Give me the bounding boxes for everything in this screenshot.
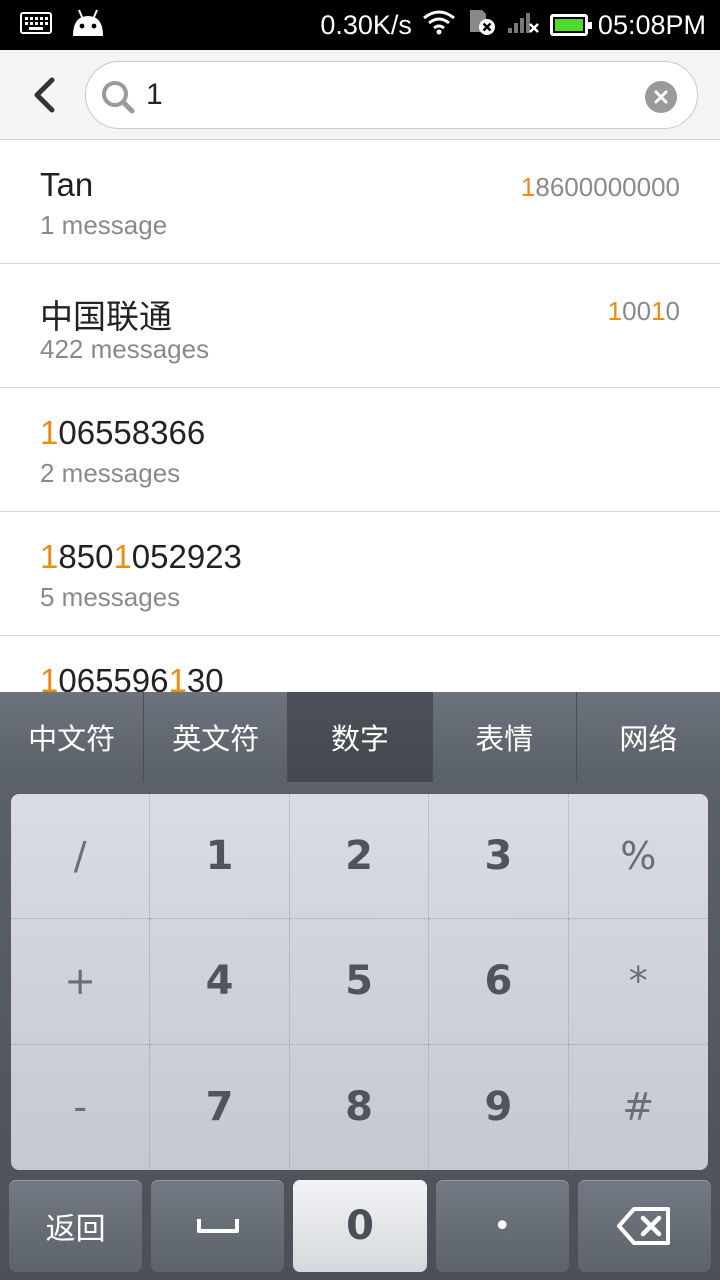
tab-english-symbols[interactable]: 英文符: [144, 692, 289, 782]
android-icon: [70, 8, 106, 42]
chevron-left-icon: [34, 77, 55, 113]
keyboard-tab-bar: 中文符 英文符 数字 表情 网络: [0, 692, 720, 782]
search-icon: [100, 79, 136, 119]
backspace-icon: [617, 1207, 671, 1245]
list-item[interactable]: 中国联通 10010 422 messages: [0, 264, 720, 388]
contact-number: 10010: [607, 296, 680, 326]
list-item[interactable]: 1065596130: [0, 636, 720, 692]
tab-emoji[interactable]: 表情: [432, 692, 577, 782]
tab-chinese-symbols[interactable]: 中文符: [0, 692, 145, 782]
contact-name: 1065596130: [40, 662, 224, 692]
wifi-icon: [422, 9, 456, 42]
keyboard-bottom-row: 返回 0 •: [9, 1180, 712, 1272]
network-speed: 0.30K/s: [320, 9, 412, 40]
back-key[interactable]: 返回: [9, 1180, 143, 1272]
delete-key[interactable]: [577, 1180, 712, 1272]
message-count: 422 messages: [40, 334, 210, 364]
key-0[interactable]: 0: [293, 1180, 427, 1272]
key-plus[interactable]: +: [11, 919, 151, 1045]
message-count: 1 message: [40, 210, 168, 240]
tab-network[interactable]: 网络: [576, 692, 720, 782]
key-slash[interactable]: /: [11, 794, 151, 920]
status-bar: 0.30K/s 05:08PM: [0, 0, 720, 50]
message-count: 2 messages: [40, 458, 181, 488]
dot-key[interactable]: •: [435, 1180, 569, 1272]
contact-name: Tan: [40, 166, 94, 203]
list-item[interactable]: 106558366 2 messages: [0, 388, 720, 512]
key-7[interactable]: 7: [150, 1044, 290, 1170]
tab-numbers[interactable]: 数字: [288, 692, 433, 782]
number-keypad: / 1 2 3 % + 4 5 6 * - 7 8 9 #: [11, 794, 708, 1170]
soft-keyboard: 中文符 英文符 数字 表情 网络 / 1 2 3 % + 4 5 6 * - 7…: [0, 692, 720, 1280]
key-3[interactable]: 3: [429, 794, 569, 920]
sim-card-icon: [466, 8, 496, 43]
key-hash[interactable]: #: [569, 1045, 708, 1170]
key-6[interactable]: 6: [429, 919, 569, 1045]
search-input[interactable]: [146, 75, 616, 115]
key-1[interactable]: 1: [150, 794, 290, 920]
key-8[interactable]: 8: [290, 1044, 430, 1170]
list-item[interactable]: 18501052923 5 messages: [0, 512, 720, 636]
battery-icon: [549, 14, 592, 36]
keyboard-icon: [20, 12, 52, 38]
space-key[interactable]: [151, 1180, 285, 1272]
key-asterisk[interactable]: *: [568, 919, 708, 1045]
contact-name: 106558366: [40, 414, 206, 451]
key-2[interactable]: 2: [289, 794, 430, 920]
signal-icon: [506, 9, 540, 42]
key-9[interactable]: 9: [429, 1044, 569, 1170]
clock: 05:08PM: [597, 9, 706, 40]
back-button[interactable]: [22, 70, 66, 120]
clear-search-icon[interactable]: [645, 81, 677, 113]
contact-name: 中国联通: [40, 298, 172, 335]
key-4[interactable]: 4: [150, 919, 290, 1045]
contact-name: 18501052923: [40, 538, 242, 575]
message-count: 5 messages: [40, 582, 181, 612]
search-box[interactable]: [85, 61, 698, 129]
key-percent[interactable]: %: [568, 794, 708, 920]
list-item[interactable]: Tan 18600000000 1 message: [0, 140, 720, 264]
key-5[interactable]: 5: [289, 919, 430, 1045]
key-minus[interactable]: -: [11, 1044, 151, 1170]
space-bar-icon: [196, 1219, 239, 1233]
contact-number: 18600000000: [520, 172, 680, 202]
search-header: [0, 50, 720, 140]
search-results-list: Tan 18600000000 1 message 中国联通 10010 422…: [0, 140, 720, 692]
